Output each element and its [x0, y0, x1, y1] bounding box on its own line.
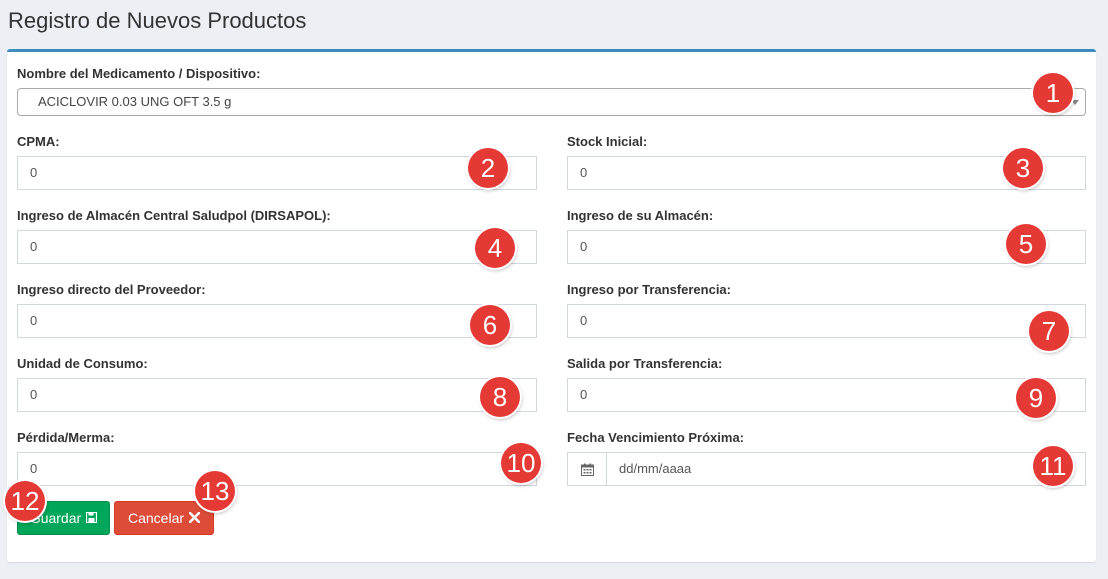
ingreso-proveedor-input[interactable]: 0 [17, 304, 537, 338]
annotation-badge: 6 [470, 305, 510, 345]
annotation-badge: 7 [1029, 311, 1069, 351]
cpma-label: CPMA: [17, 134, 60, 149]
salida-transferencia-input[interactable]: 0 [567, 378, 1086, 412]
product-select[interactable]: ACICLOVIR 0.03 UNG OFT 3.5 g [17, 88, 1086, 116]
ingreso-transferencia-input[interactable]: 0 [567, 304, 1086, 338]
annotation-badge: 8 [480, 377, 520, 417]
cpma-input[interactable]: 0 [17, 156, 537, 190]
annotation-badge: 10 [501, 443, 541, 483]
fecha-vencimiento-field[interactable]: dd/mm/aaaa [567, 452, 1086, 486]
ingreso-proveedor-label: Ingreso directo del Proveedor: [17, 282, 206, 297]
perdida-merma-label: Pérdida/Merma: [17, 430, 115, 445]
fecha-vencimiento-label: Fecha Vencimiento Próxima: [567, 430, 745, 445]
page-title: Registro de Nuevos Productos [8, 8, 307, 33]
calendar-icon[interactable] [568, 453, 607, 485]
fecha-vencimiento-input[interactable]: dd/mm/aaaa [619, 453, 691, 485]
annotation-badge: 9 [1016, 378, 1056, 418]
cancel-button-label: Cancelar [127, 510, 185, 526]
product-select-value: ACICLOVIR 0.03 UNG OFT 3.5 g [38, 94, 232, 109]
unidad-consumo-label: Unidad de Consumo: [17, 356, 148, 371]
ingreso-almacen-label: Ingreso de su Almacén: [567, 208, 714, 223]
unidad-consumo-input[interactable]: 0 [17, 378, 537, 412]
annotation-badge: 12 [5, 481, 45, 521]
annotation-badge: 3 [1003, 148, 1043, 188]
perdida-merma-input[interactable]: 0 [17, 452, 537, 486]
annotation-badge: 4 [475, 228, 515, 268]
annotation-badge: 2 [468, 148, 508, 188]
annotation-badge: 11 [1033, 446, 1073, 486]
ingreso-transferencia-label: Ingreso por Transferencia: [567, 282, 731, 297]
salida-transferencia-label: Salida por Transferencia: [567, 356, 723, 371]
product-label: Nombre del Medicamento / Dispositivo: [17, 66, 261, 81]
cancel-button[interactable]: Cancelar [114, 501, 214, 535]
save-icon [86, 510, 98, 526]
chevron-down-icon [1071, 100, 1079, 105]
stock-inicial-label: Stock Inicial: [567, 134, 648, 149]
annotation-badge: 5 [1006, 224, 1046, 264]
annotation-badge: 1 [1033, 73, 1073, 113]
close-icon [188, 510, 201, 526]
annotation-badge: 13 [195, 471, 235, 511]
ingreso-central-input[interactable]: 0 [17, 230, 537, 264]
ingreso-central-label: Ingreso de Almacén Central Saludpol (DIR… [17, 208, 331, 223]
